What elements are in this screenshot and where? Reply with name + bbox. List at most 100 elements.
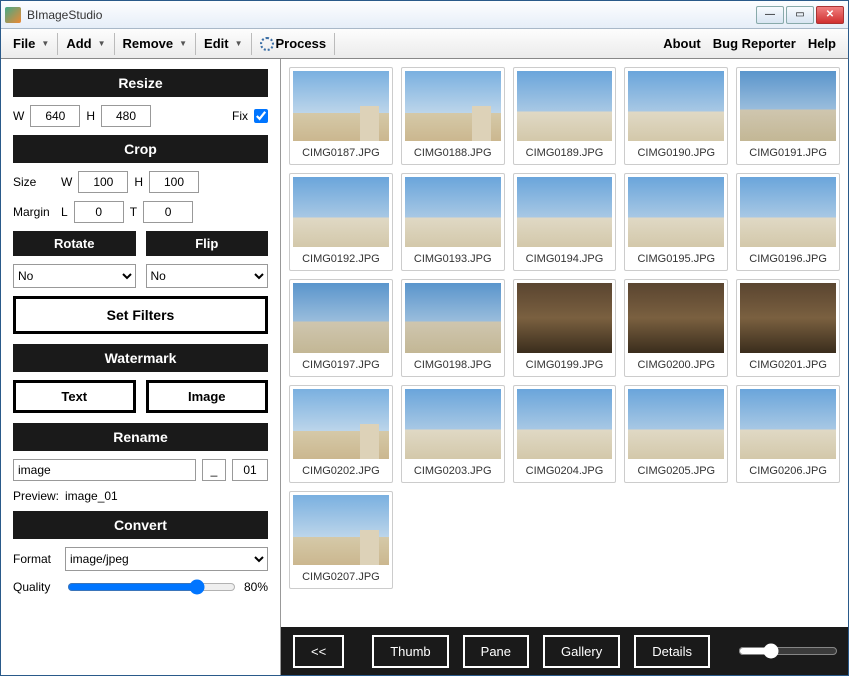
thumbnail-item[interactable]: CIMG0197.JPG: [289, 279, 393, 377]
thumbnail-item[interactable]: CIMG0190.JPG: [624, 67, 728, 165]
thumbnail-item[interactable]: CIMG0205.JPG: [624, 385, 728, 483]
rename-header: Rename: [13, 423, 268, 451]
thumbnail-item[interactable]: CIMG0198.JPG: [401, 279, 505, 377]
thumbnail-image: [628, 389, 724, 459]
thumbnail-image: [293, 389, 389, 459]
thumbnail-image: [628, 283, 724, 353]
chevron-down-icon: ▼: [94, 39, 106, 48]
thumbnail-grid: CIMG0187.JPGCIMG0188.JPGCIMG0189.JPGCIMG…: [289, 67, 840, 589]
rename-preview-row: Preview: image_01: [13, 489, 268, 503]
chevron-down-icon: ▼: [231, 39, 243, 48]
crop-left-input[interactable]: [74, 201, 124, 223]
back-button[interactable]: <<: [293, 635, 344, 668]
crop-l-label: L: [61, 205, 68, 219]
thumbnail-item[interactable]: CIMG0202.JPG: [289, 385, 393, 483]
menu-separator: [195, 33, 196, 55]
crop-size-row: Size W H: [13, 171, 268, 193]
zoom-slider[interactable]: [738, 643, 838, 659]
crop-height-input[interactable]: [149, 171, 199, 193]
crop-t-label: T: [130, 205, 137, 219]
thumbnail-image: [628, 177, 724, 247]
thumbnail-label: CIMG0198.JPG: [405, 353, 501, 373]
view-pane-button[interactable]: Pane: [463, 635, 529, 668]
convert-quality-slider[interactable]: [67, 579, 236, 595]
flip-header: Flip: [146, 231, 269, 256]
menu-bugreporter[interactable]: Bug Reporter: [707, 32, 802, 55]
thumbnail-gallery[interactable]: CIMG0187.JPGCIMG0188.JPGCIMG0189.JPGCIMG…: [281, 59, 848, 627]
thumbnail-item[interactable]: CIMG0192.JPG: [289, 173, 393, 271]
thumbnail-item[interactable]: CIMG0195.JPG: [624, 173, 728, 271]
thumbnail-item[interactable]: CIMG0199.JPG: [513, 279, 617, 377]
thumbnail-label: CIMG0199.JPG: [517, 353, 613, 373]
thumbnail-item[interactable]: CIMG0204.JPG: [513, 385, 617, 483]
thumbnail-item[interactable]: CIMG0206.JPG: [736, 385, 840, 483]
thumbnail-item[interactable]: CIMG0201.JPG: [736, 279, 840, 377]
resize-fix-checkbox[interactable]: [254, 109, 268, 123]
convert-quality-label: Quality: [13, 580, 59, 594]
thumbnail-item[interactable]: CIMG0200.JPG: [624, 279, 728, 377]
rotate-select[interactable]: No: [13, 264, 136, 288]
thumbnail-item[interactable]: CIMG0203.JPG: [401, 385, 505, 483]
view-gallery-button[interactable]: Gallery: [543, 635, 620, 668]
minimize-button[interactable]: —: [756, 6, 784, 24]
thumbnail-label: CIMG0195.JPG: [628, 247, 724, 267]
titlebar: BImageStudio — ▭ ✕: [1, 1, 848, 29]
convert-format-label: Format: [13, 552, 59, 566]
convert-format-select[interactable]: image/jpeg: [65, 547, 268, 571]
thumbnail-label: CIMG0190.JPG: [628, 141, 724, 161]
thumbnail-item[interactable]: CIMG0188.JPG: [401, 67, 505, 165]
resize-header: Resize: [13, 69, 268, 97]
crop-h-label: H: [134, 175, 143, 189]
window-title: BImageStudio: [27, 8, 756, 22]
flip-select[interactable]: No: [146, 264, 269, 288]
thumbnail-item[interactable]: CIMG0187.JPG: [289, 67, 393, 165]
thumbnail-item[interactable]: CIMG0194.JPG: [513, 173, 617, 271]
thumbnail-label: CIMG0187.JPG: [293, 141, 389, 161]
thumbnail-item[interactable]: CIMG0189.JPG: [513, 67, 617, 165]
watermark-text-button[interactable]: Text: [13, 380, 136, 413]
menu-about[interactable]: About: [657, 32, 707, 55]
convert-quality-row: Quality 80%: [13, 579, 268, 595]
window-controls: — ▭ ✕: [756, 6, 844, 24]
crop-width-input[interactable]: [78, 171, 128, 193]
crop-w-label: W: [61, 175, 72, 189]
rename-separator-input[interactable]: [202, 459, 226, 481]
thumbnail-item[interactable]: CIMG0196.JPG: [736, 173, 840, 271]
menu-separator: [114, 33, 115, 55]
watermark-header: Watermark: [13, 344, 268, 372]
view-details-button[interactable]: Details: [634, 635, 710, 668]
thumbnail-label: CIMG0204.JPG: [517, 459, 613, 479]
thumbnail-label: CIMG0197.JPG: [293, 353, 389, 373]
thumbnail-item[interactable]: CIMG0207.JPG: [289, 491, 393, 589]
menu-help[interactable]: Help: [802, 32, 842, 55]
thumbnail-label: CIMG0201.JPG: [740, 353, 836, 373]
menu-separator: [57, 33, 58, 55]
gear-icon: [260, 37, 274, 51]
thumbnail-image: [517, 177, 613, 247]
resize-row: W H Fix: [13, 105, 268, 127]
gallery-panel: CIMG0187.JPGCIMG0188.JPGCIMG0189.JPGCIMG…: [281, 59, 848, 675]
menu-add[interactable]: Add▼: [60, 32, 111, 55]
chevron-down-icon: ▼: [37, 39, 49, 48]
resize-width-input[interactable]: [30, 105, 80, 127]
view-thumb-button[interactable]: Thumb: [372, 635, 448, 668]
sidebar: Resize W H Fix Crop Size W H Margin L: [1, 59, 281, 675]
resize-height-input[interactable]: [101, 105, 151, 127]
watermark-image-button[interactable]: Image: [146, 380, 269, 413]
crop-top-input[interactable]: [143, 201, 193, 223]
menu-remove[interactable]: Remove▼: [117, 32, 194, 55]
rename-base-input[interactable]: [13, 459, 196, 481]
menu-edit[interactable]: Edit▼: [198, 32, 248, 55]
thumbnail-label: CIMG0196.JPG: [740, 247, 836, 267]
menu-process[interactable]: Process: [254, 32, 333, 55]
thumbnail-image: [517, 283, 613, 353]
thumbnail-item[interactable]: CIMG0193.JPG: [401, 173, 505, 271]
thumbnail-label: CIMG0192.JPG: [293, 247, 389, 267]
thumbnail-item[interactable]: CIMG0191.JPG: [736, 67, 840, 165]
rename-counter-input[interactable]: [232, 459, 268, 481]
close-button[interactable]: ✕: [816, 6, 844, 24]
thumbnail-image: [293, 177, 389, 247]
maximize-button[interactable]: ▭: [786, 6, 814, 24]
set-filters-button[interactable]: Set Filters: [13, 296, 268, 334]
menu-file[interactable]: File▼: [7, 32, 55, 55]
